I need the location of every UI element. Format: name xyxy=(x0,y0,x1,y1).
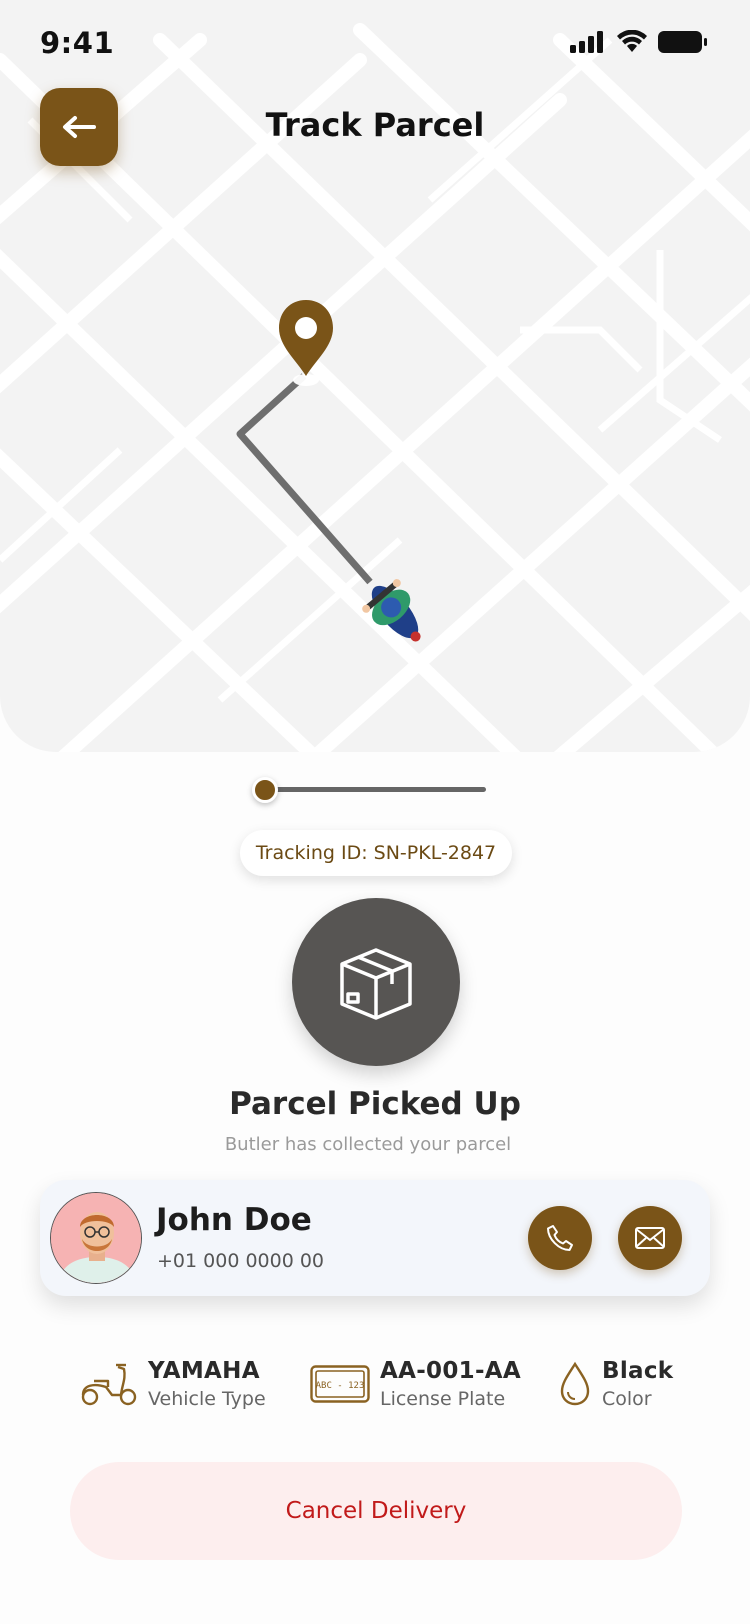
tracking-id-badge: Tracking ID: SN-PKL-2847 xyxy=(240,830,512,876)
license-plate-label: License Plate xyxy=(380,1388,506,1410)
progress-track xyxy=(270,787,486,792)
vehicle-color-value: Black xyxy=(602,1358,674,1384)
scooter-icon xyxy=(81,1363,137,1406)
vehicle-color-item: Black Color xyxy=(558,1356,673,1412)
droplet-icon xyxy=(560,1361,590,1406)
driver-photo xyxy=(51,1193,141,1283)
driver-phone: +01 000 0000 00 xyxy=(157,1250,325,1272)
vehicle-info-row: YAMAHA Vehicle Type ABC - 123 AA-001-AA … xyxy=(0,1356,750,1416)
status-bar: 9:41 xyxy=(0,0,750,90)
package-icon xyxy=(340,948,412,1020)
page-title: Track Parcel xyxy=(265,106,485,144)
mail-icon xyxy=(635,1227,665,1249)
status-time: 9:41 xyxy=(40,26,115,60)
call-button[interactable] xyxy=(528,1206,592,1270)
driver-name: John Doe xyxy=(156,1202,312,1238)
status-subtitle: Butler has collected your parcel xyxy=(224,1134,512,1155)
phone-icon xyxy=(547,1225,573,1251)
status-title: Parcel Picked Up xyxy=(229,1086,521,1122)
driver-card: John Doe +01 000 0000 00 xyxy=(40,1180,710,1296)
avatar xyxy=(50,1192,142,1284)
license-plate-value: AA-001-AA xyxy=(380,1358,522,1384)
progress-knob[interactable] xyxy=(252,777,278,803)
status-icon-circle xyxy=(292,898,460,1066)
battery-icon xyxy=(658,31,707,53)
vehicle-type-label: Vehicle Type xyxy=(148,1388,266,1410)
vehicle-color-label: Color xyxy=(602,1388,652,1410)
license-plate-icon: ABC - 123 xyxy=(310,1365,370,1403)
vehicle-type-value: YAMAHA xyxy=(148,1358,260,1384)
cancel-delivery-button[interactable]: Cancel Delivery xyxy=(70,1462,682,1560)
tracking-progress-slider[interactable] xyxy=(250,775,490,805)
wifi-icon xyxy=(617,30,647,52)
signal-icon xyxy=(570,31,603,53)
status-icons xyxy=(570,30,708,54)
vehicle-type-item: YAMAHA Vehicle Type xyxy=(80,1356,266,1412)
message-button[interactable] xyxy=(618,1206,682,1270)
license-plate-item: ABC - 123 AA-001-AA License Plate xyxy=(310,1356,521,1412)
plate-text: ABC - 123 xyxy=(316,1381,365,1391)
